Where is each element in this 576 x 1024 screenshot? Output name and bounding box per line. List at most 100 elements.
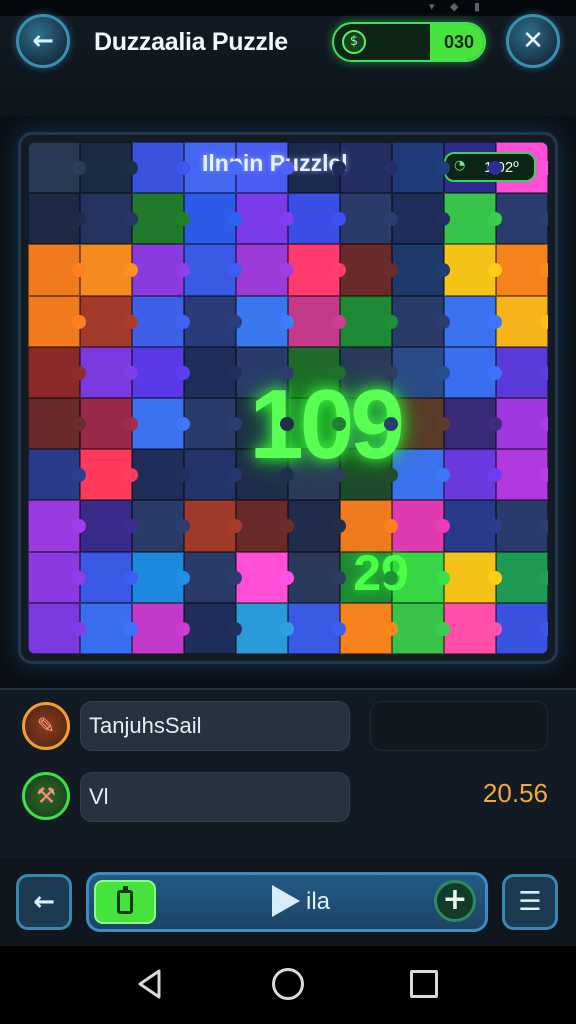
puzzle-piece[interactable] xyxy=(184,551,236,603)
battery-button[interactable] xyxy=(94,880,156,924)
back-bottom-button[interactable]: ← xyxy=(16,874,72,930)
puzzle-piece[interactable] xyxy=(184,295,236,347)
puzzle-piece[interactable] xyxy=(496,500,548,552)
puzzle-piece[interactable] xyxy=(288,500,340,552)
puzzle-piece[interactable] xyxy=(496,346,548,398)
play-icon[interactable] xyxy=(272,885,300,917)
puzzle-piece[interactable] xyxy=(28,142,80,194)
puzzle-piece[interactable] xyxy=(496,193,548,245)
puzzle-piece[interactable] xyxy=(132,244,184,296)
puzzle-piece[interactable] xyxy=(80,142,132,194)
value-display: 20.56 xyxy=(482,778,548,808)
nav-recents-icon xyxy=(410,970,438,998)
puzzle-piece[interactable] xyxy=(444,346,496,398)
puzzle-piece[interactable] xyxy=(132,193,184,245)
puzzle-piece[interactable] xyxy=(80,397,132,450)
puzzle-piece[interactable] xyxy=(80,602,132,654)
puzzle-piece[interactable] xyxy=(28,602,80,654)
puzzle-piece[interactable] xyxy=(288,193,340,245)
puzzle-piece[interactable] xyxy=(28,551,80,603)
page-title: Duzzaalia Puzzle xyxy=(94,28,288,56)
puzzle-piece[interactable] xyxy=(288,551,340,603)
puzzle-piece[interactable] xyxy=(184,602,236,654)
arrow-left-icon: ← xyxy=(33,887,55,917)
puzzle-piece[interactable] xyxy=(132,449,184,501)
puzzle-piece[interactable] xyxy=(132,295,184,347)
puzzle-piece[interactable] xyxy=(236,244,288,296)
puzzle-piece[interactable] xyxy=(236,602,288,654)
item-field-1[interactable]: TanjuhsSail xyxy=(80,701,350,751)
puzzle-piece[interactable] xyxy=(340,193,392,245)
puzzle-piece[interactable] xyxy=(80,500,132,552)
puzzle-piece[interactable] xyxy=(496,551,548,603)
back-button[interactable]: ← xyxy=(16,14,70,68)
play-label[interactable]: ila xyxy=(306,888,330,916)
empty-slot xyxy=(370,701,548,751)
puzzle-piece[interactable] xyxy=(132,346,184,398)
close-button[interactable]: ✕ xyxy=(506,14,560,68)
puzzle-piece[interactable] xyxy=(392,295,444,347)
tool-icon[interactable]: ⚒ xyxy=(22,772,70,820)
puzzle-piece[interactable] xyxy=(392,244,444,296)
puzzle-piece[interactable] xyxy=(444,500,496,552)
puzzle-piece[interactable] xyxy=(444,193,496,245)
puzzle-piece[interactable] xyxy=(184,500,236,552)
puzzle-piece[interactable] xyxy=(340,602,392,654)
big-score-number: 109 xyxy=(249,369,405,479)
puzzle-piece[interactable] xyxy=(28,295,80,347)
puzzle-piece[interactable] xyxy=(340,295,392,347)
wrench-icon[interactable]: ✎ xyxy=(22,702,70,750)
puzzle-piece[interactable] xyxy=(496,244,548,296)
puzzle-piece[interactable] xyxy=(496,397,548,450)
puzzle-piece[interactable] xyxy=(236,295,288,347)
puzzle-piece[interactable] xyxy=(132,551,184,603)
puzzle-piece[interactable] xyxy=(392,602,444,654)
puzzle-piece[interactable] xyxy=(340,244,392,296)
puzzle-piece[interactable] xyxy=(184,244,236,296)
puzzle-piece[interactable] xyxy=(28,397,80,450)
puzzle-piece[interactable] xyxy=(496,449,548,501)
puzzle-piece[interactable] xyxy=(80,346,132,398)
menu-button[interactable]: ☰ xyxy=(502,874,558,930)
puzzle-piece[interactable] xyxy=(288,295,340,347)
score-bar: $ 030 xyxy=(332,22,486,62)
item-field-2[interactable]: Vl xyxy=(80,772,350,822)
puzzle-piece[interactable] xyxy=(80,244,132,296)
puzzle-piece[interactable] xyxy=(392,193,444,245)
puzzle-piece[interactable] xyxy=(288,244,340,296)
puzzle-piece[interactable] xyxy=(132,142,184,194)
puzzle-piece[interactable] xyxy=(80,295,132,347)
nav-home-button[interactable] xyxy=(268,964,308,1004)
battery-icon xyxy=(117,886,133,914)
puzzle-piece[interactable] xyxy=(444,295,496,347)
puzzle-piece[interactable] xyxy=(184,193,236,245)
puzzle-piece[interactable] xyxy=(80,193,132,245)
puzzle-piece[interactable] xyxy=(132,500,184,552)
puzzle-piece[interactable] xyxy=(392,142,444,194)
puzzle-piece[interactable] xyxy=(288,602,340,654)
puzzle-piece[interactable] xyxy=(132,397,184,450)
puzzle-piece[interactable] xyxy=(496,602,548,654)
puzzle-piece[interactable] xyxy=(80,551,132,603)
puzzle-piece[interactable] xyxy=(132,602,184,654)
small-score-number: 29 xyxy=(353,545,409,601)
puzzle-piece[interactable] xyxy=(236,551,288,603)
puzzle-piece[interactable] xyxy=(236,193,288,245)
nav-recents-button[interactable] xyxy=(404,964,444,1004)
puzzle-piece[interactable] xyxy=(444,602,496,654)
nav-back-button[interactable] xyxy=(130,964,170,1004)
puzzle-piece[interactable] xyxy=(444,551,496,603)
puzzle-piece[interactable] xyxy=(496,295,548,347)
plus-button[interactable]: + xyxy=(434,880,476,922)
puzzle-piece[interactable] xyxy=(444,244,496,296)
puzzle-piece[interactable] xyxy=(28,193,80,245)
puzzle-piece[interactable] xyxy=(28,346,80,398)
puzzle-piece[interactable] xyxy=(28,244,80,296)
header xyxy=(0,16,576,116)
puzzle-piece[interactable] xyxy=(80,449,132,501)
puzzle-piece[interactable] xyxy=(236,500,288,552)
puzzle-piece[interactable] xyxy=(28,449,80,501)
puzzle-piece[interactable] xyxy=(444,449,496,501)
puzzle-piece[interactable] xyxy=(444,397,496,450)
puzzle-piece[interactable] xyxy=(28,500,80,552)
